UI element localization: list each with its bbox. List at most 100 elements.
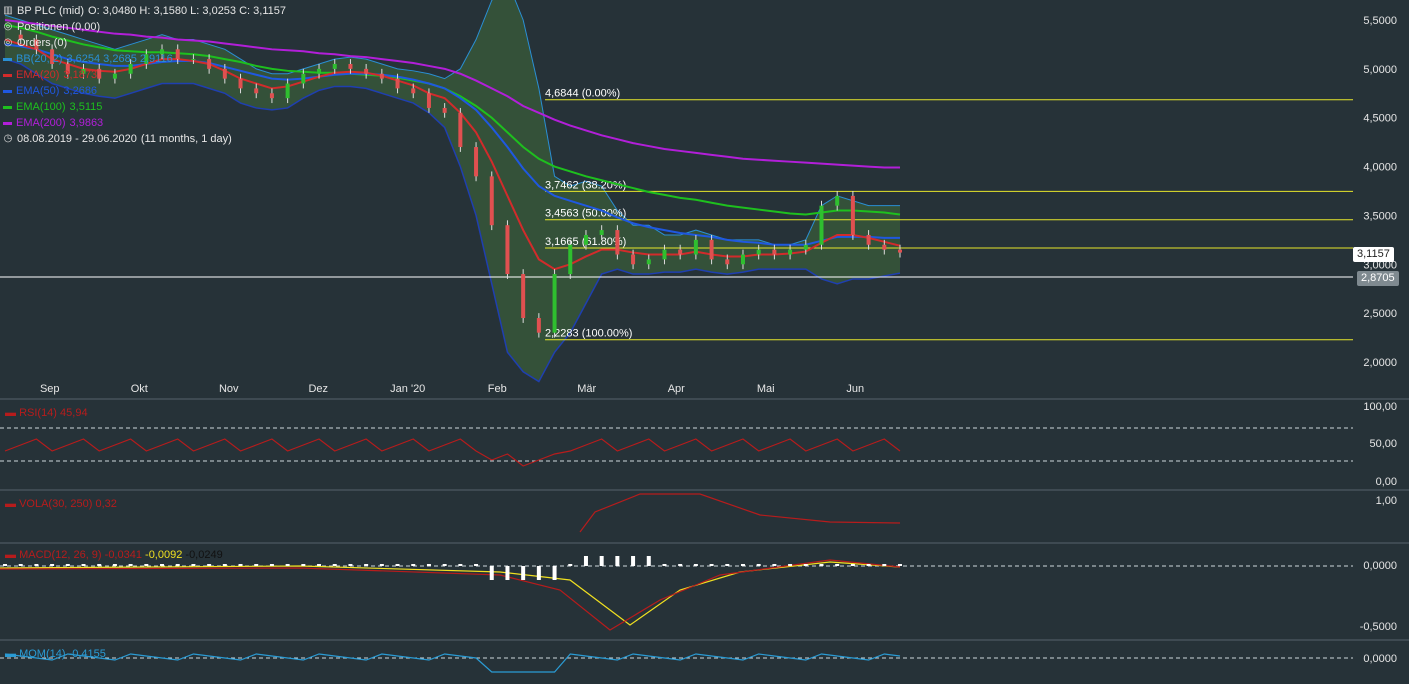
indicator-ema100[interactable]: EMA(100) 3,5115 bbox=[3, 99, 286, 115]
rsi-value: 45,94 bbox=[60, 407, 88, 419]
candle-body bbox=[866, 234, 871, 245]
mom-value: -0,4155 bbox=[68, 648, 106, 660]
ema200-value: 3,9863 bbox=[69, 117, 104, 129]
price-tick-label: 5,0000 bbox=[1363, 64, 1397, 76]
macd-histogram-bar bbox=[426, 564, 431, 566]
macd-histogram-bar bbox=[646, 556, 651, 566]
fib-level-label: 3,1665 (61.80%) bbox=[545, 236, 626, 248]
macd-histogram-bar bbox=[207, 564, 212, 566]
macd-histogram-bar bbox=[285, 564, 290, 566]
ema200-swatch bbox=[3, 121, 12, 125]
macd-histogram-bar bbox=[631, 556, 636, 566]
macd-histogram-bar bbox=[269, 564, 274, 566]
macd-histogram-bar bbox=[803, 564, 808, 566]
instrument-name: BP PLC (mid) bbox=[17, 5, 85, 17]
macd-histogram-bar bbox=[489, 566, 494, 580]
candle-body bbox=[678, 249, 683, 255]
macd-histogram-bar bbox=[552, 566, 557, 580]
macd-histogram-bar bbox=[835, 564, 840, 566]
candle-body bbox=[285, 83, 290, 99]
macd-histogram-bar bbox=[662, 564, 667, 566]
rsi-label[interactable]: ▬ RSI(14) 45,94 bbox=[5, 407, 88, 419]
candle-body bbox=[317, 68, 322, 74]
macd-histogram-bar bbox=[474, 564, 479, 566]
vola-line bbox=[579, 493, 901, 533]
macd-histogram-bar bbox=[395, 564, 400, 566]
macd-histogram-bar bbox=[615, 556, 620, 566]
candle-body bbox=[348, 63, 353, 69]
candle-body bbox=[788, 249, 793, 255]
month-label: Mai bbox=[757, 383, 775, 395]
macd-histogram-bar bbox=[725, 564, 730, 566]
candle-body bbox=[301, 73, 306, 84]
orders-row[interactable]: ◎ Orders (0) bbox=[3, 35, 286, 51]
macd-histogram-bar bbox=[222, 564, 227, 566]
mom-line bbox=[4, 653, 901, 673]
candle-body bbox=[662, 249, 667, 260]
ema20-label: EMA(20) bbox=[16, 69, 60, 81]
candle-body bbox=[458, 112, 463, 148]
indicator-bb[interactable]: BB(20, 2) 3,6254 3,2685 2,9116 bbox=[3, 51, 286, 67]
macd-histogram-bar bbox=[442, 564, 447, 566]
candle-body bbox=[725, 259, 730, 265]
price-tick-label: 2,0000 bbox=[1363, 357, 1397, 369]
macd-histogram-bar bbox=[740, 564, 745, 566]
macd-histogram-bar bbox=[112, 564, 117, 566]
ema100-value: 3,5115 bbox=[69, 101, 103, 113]
orders-label: Orders (0) bbox=[17, 37, 68, 49]
macd-v2: -0,0092 bbox=[145, 549, 183, 561]
bar-chart-icon[interactable]: ▥ bbox=[3, 3, 13, 19]
rsi-line bbox=[4, 438, 901, 467]
clock-icon: ◷ bbox=[3, 133, 13, 144]
macd-histogram-bar bbox=[191, 564, 196, 566]
instrument-row: ▥ BP PLC (mid) O: 3,0480 H: 3,1580 L: 3,… bbox=[3, 3, 286, 19]
candle-body bbox=[505, 225, 510, 275]
candle-body bbox=[850, 195, 855, 235]
macd-histogram-bar bbox=[34, 564, 39, 566]
candle-body bbox=[583, 234, 588, 245]
macd-histogram-bar bbox=[882, 564, 887, 566]
candle-body bbox=[411, 88, 416, 94]
vola-name: VOLA(30, 250) bbox=[19, 498, 93, 510]
ema50-label: EMA(50) bbox=[16, 85, 60, 97]
candle-body bbox=[489, 176, 494, 226]
ema50-swatch bbox=[3, 89, 12, 93]
ema100-label: EMA(100) bbox=[16, 101, 66, 113]
month-label: Feb bbox=[488, 383, 507, 395]
bb-values: 3,6254 3,2685 2,9116 bbox=[66, 53, 173, 65]
macd-v3: -0,0249 bbox=[185, 549, 223, 561]
macd-histogram-bar bbox=[348, 564, 353, 566]
macd-name: MACD(12, 26, 9) bbox=[19, 549, 102, 561]
indicator-ema20[interactable]: EMA(20) 3,1873 bbox=[3, 67, 286, 83]
vola-tick-label: 1,00 bbox=[1376, 495, 1397, 507]
month-label: Jun bbox=[846, 383, 864, 395]
positions-row[interactable]: ◎ Positionen (0,00) bbox=[3, 19, 286, 35]
price-tick-label: 2,5000 bbox=[1363, 308, 1397, 320]
macd-histogram-bar bbox=[898, 564, 902, 566]
indicator-ema50[interactable]: EMA(50) 3,2686 bbox=[3, 83, 286, 99]
macd-histogram-bar bbox=[50, 564, 55, 566]
macd-histogram-bar bbox=[521, 566, 526, 580]
indicator-ema200[interactable]: EMA(200) 3,9863 bbox=[3, 115, 286, 131]
candle-body bbox=[395, 78, 400, 89]
candle-body bbox=[835, 195, 840, 206]
vola-value: 0,32 bbox=[95, 498, 117, 510]
marker-price-tag: 2,8705 bbox=[1357, 271, 1399, 286]
macd-tick-label: 0,0000 bbox=[1363, 560, 1397, 572]
vola-label[interactable]: ▬ VOLA(30, 250) 0,32 bbox=[5, 498, 117, 510]
candle-body bbox=[568, 244, 573, 275]
macd-histogram-bar bbox=[379, 564, 384, 566]
mom-label[interactable]: ▬ MOM(14) -0,4155 bbox=[5, 648, 106, 660]
last-price-tag: 3,1157 bbox=[1353, 247, 1394, 262]
macd-histogram-bar bbox=[144, 564, 149, 566]
macd-histogram-bar bbox=[709, 564, 714, 566]
macd-histogram-bar bbox=[65, 564, 70, 566]
bb-swatch bbox=[3, 57, 12, 61]
macd-histogram-bar bbox=[693, 564, 698, 566]
month-label: Apr bbox=[668, 383, 685, 395]
rsi-tick-label: 100,00 bbox=[1363, 401, 1397, 413]
macd-v1: -0,0341 bbox=[104, 549, 142, 561]
macd-label[interactable]: ▬ MACD(12, 26, 9) -0,0341 -0,0092 -0,024… bbox=[5, 549, 223, 561]
macd-histogram-bar bbox=[18, 564, 23, 566]
macd-histogram-bar bbox=[866, 564, 871, 566]
